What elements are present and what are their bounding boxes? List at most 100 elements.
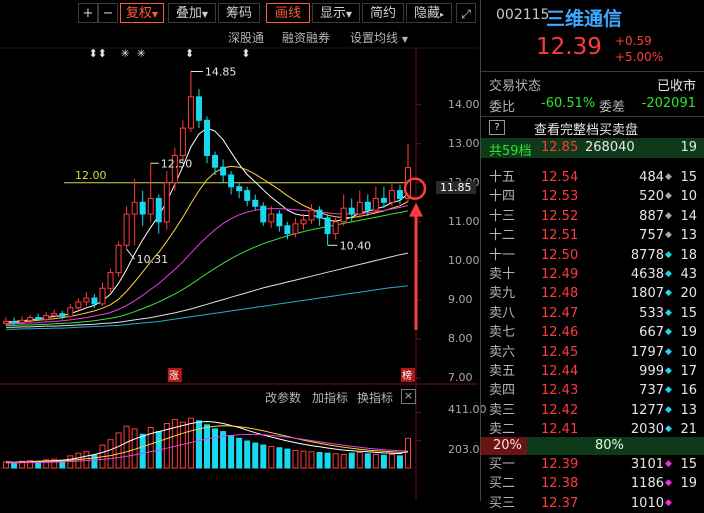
total-levels-row: 共59档 12.85 268040 19: [481, 138, 704, 159]
level-volume: 887: [639, 208, 664, 224]
candle-body: [43, 315, 50, 321]
help-icon[interactable]: ?: [489, 120, 505, 135]
level-price: 12.39: [541, 457, 579, 472]
tag-label: 涨: [169, 370, 179, 382]
level-volume: 667: [639, 325, 664, 341]
order-book-row[interactable]: 买二 12.38 1186 ◆ 19: [481, 474, 704, 493]
level-volume: 520: [639, 189, 664, 205]
level-volume: 533: [639, 305, 664, 321]
weicha-value: -202091: [641, 96, 696, 111]
volume-bar: [107, 439, 114, 469]
level-count: 17: [680, 364, 697, 379]
volume-bar: [324, 452, 331, 469]
volume-bar: [83, 451, 90, 469]
total-levels-count: 19: [680, 140, 697, 155]
level-price: 12.45: [541, 344, 579, 360]
ratio-bar: 20% 80%: [481, 437, 704, 455]
order-book-row[interactable]: 卖五 12.44 999 ◆ 17: [481, 362, 704, 381]
order-book-row[interactable]: 卖十 12.49 4638 ◆ 43: [481, 265, 704, 284]
weibi-value: -60.51%: [541, 96, 596, 111]
level-label: 卖八: [489, 305, 516, 321]
ma-line: [6, 210, 409, 326]
level-price: 12.54: [541, 170, 579, 185]
candle-body: [220, 166, 227, 176]
order-book-row[interactable]: 卖六 12.45 1797 ◆ 10: [481, 343, 704, 362]
top-marker: ✳: [121, 47, 130, 60]
level-price: 12.44: [541, 364, 579, 379]
switch-indicator-button[interactable]: 换指标: [357, 389, 393, 406]
tag-label: 榜: [402, 369, 412, 382]
level-label: 卖五: [489, 364, 516, 379]
level-price: 12.47: [541, 305, 579, 321]
candle-body: [300, 219, 307, 225]
diamond-icon: ◆: [665, 210, 672, 221]
candle-body: [332, 221, 339, 235]
level-count: 13: [680, 402, 697, 418]
ratio-buy-label: 80%: [595, 438, 624, 453]
candle-body: [3, 320, 9, 324]
close-icon[interactable]: ×: [401, 389, 416, 404]
level-label: 卖六: [489, 344, 516, 360]
quote-panel: 002115 三维通信 12.39 +0.59 +5.00% 交易状态 已收市 …: [480, 0, 704, 511]
candle-body: [316, 209, 323, 219]
ratio-sell-label: 20%: [493, 438, 522, 453]
total-levels-volume: 268040: [585, 140, 635, 155]
order-book-row[interactable]: 卖四 12.43 737 ◆ 16: [481, 381, 704, 400]
diamond-icon: ◆: [665, 385, 672, 396]
order-book-row[interactable]: 卖八 12.47 533 ◆ 15: [481, 304, 704, 323]
volume-bar: [388, 454, 395, 469]
add-indicator-button[interactable]: 加指标: [312, 389, 348, 406]
order-book-row[interactable]: 十四 12.53 520 ◆ 10: [481, 187, 704, 206]
volume-bar: [212, 428, 219, 469]
candle-body: [388, 190, 395, 203]
order-book-row[interactable]: 卖七 12.46 667 ◆ 19: [481, 323, 704, 342]
candle-body: [204, 119, 210, 156]
level-price: 12.50: [541, 247, 579, 263]
level-label: 十五: [489, 170, 516, 185]
order-book-row[interactable]: 买三 12.37 1010 ◆: [481, 494, 704, 513]
last-price: 12.39: [536, 34, 602, 60]
volume-bar: [228, 435, 235, 469]
order-book-row[interactable]: 十二 12.51 757 ◆ 13: [481, 226, 704, 245]
divider: [481, 71, 704, 72]
order-book-row[interactable]: 十五 12.54 484 ◆ 15: [481, 168, 704, 187]
diamond-icon: ◆: [665, 191, 672, 202]
edit-params-button[interactable]: 改参数: [265, 389, 301, 406]
volume-bar: [348, 452, 355, 469]
change-percent: +5.00%: [615, 50, 664, 64]
level-price: 12.42: [541, 402, 579, 418]
order-book-row[interactable]: 买一 12.39 3101 ◆ 15: [481, 455, 704, 474]
candle-body: [212, 154, 219, 168]
level-price: 12.43: [541, 383, 579, 399]
level-price: 12.38: [541, 476, 579, 492]
order-book-row[interactable]: 十一 12.50 8778 ◆ 18: [481, 246, 704, 265]
order-book-row[interactable]: 十三 12.52 887 ◆ 14: [481, 207, 704, 226]
candle-body: [244, 190, 251, 201]
level-label: 买一: [489, 457, 516, 472]
stock-name[interactable]: 三维通信: [546, 4, 622, 31]
level-count: 20: [680, 286, 697, 302]
volume-bar: [195, 420, 202, 469]
diamond-icon: ◆: [665, 366, 672, 376]
volume-bar: [115, 432, 122, 469]
price-axis-label: 9.00: [448, 292, 473, 306]
level-label: 卖七: [489, 325, 516, 341]
order-book-row[interactable]: 卖九 12.48 1807 ◆ 20: [481, 284, 704, 303]
order-book-row[interactable]: 卖三 12.42 1277 ◆ 13: [481, 401, 704, 420]
annotation-label: 10.31: [137, 253, 169, 266]
candle-body: [27, 317, 34, 321]
change-amount: +0.59: [615, 34, 652, 48]
candle-body: [187, 96, 194, 129]
diamond-icon: ◆: [665, 497, 672, 508]
level-price: 12.48: [541, 286, 579, 302]
candle-body: [252, 199, 259, 207]
candle-body: [396, 190, 403, 199]
arrow-head: [409, 202, 423, 217]
candle-body: [155, 197, 162, 223]
candle-body: [51, 313, 58, 317]
level-volume: 999: [639, 364, 664, 379]
full-book-link[interactable]: 查看完整档买卖盘: [534, 119, 638, 138]
level-label: 十三: [489, 208, 516, 224]
candle-body: [372, 197, 379, 211]
volume-bar: [139, 433, 146, 469]
